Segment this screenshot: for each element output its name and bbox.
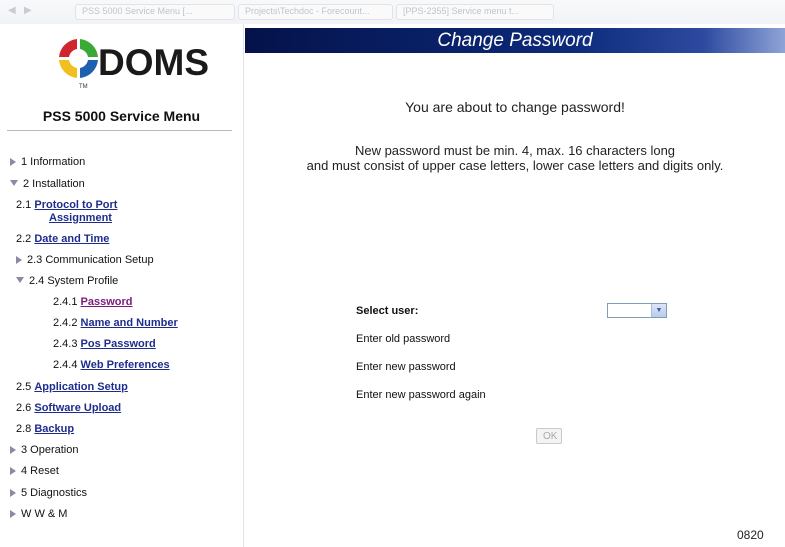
new-password-again-label: Enter new password again — [356, 389, 486, 401]
web-preferences-link[interactable]: Web Preferences — [81, 359, 170, 371]
browser-tab-3[interactable]: [PPS-2355] Service menu t... — [396, 4, 554, 20]
logo-text: DOMS — [98, 42, 209, 83]
nav-item-operation[interactable]: 3 Operation — [10, 443, 78, 457]
sidebar: DOMS TM PSS 5000 Service Menu 1 Informat… — [0, 24, 244, 547]
nav-item-reset[interactable]: 4 Reset — [10, 464, 59, 478]
ok-button[interactable]: OK — [536, 428, 562, 444]
browser-tab-2[interactable]: Projects\Techdoc - Forecount... — [238, 4, 393, 20]
browser-tab-1[interactable]: PSS 5000 Service Menu [... — [75, 4, 235, 20]
select-user-label: Select user: — [356, 305, 419, 317]
warning-headline: You are about to change password! — [405, 99, 625, 115]
nav-item-installation[interactable]: 2 Installation — [10, 177, 85, 191]
nav-item-diagnostics[interactable]: 5 Diagnostics — [10, 486, 87, 500]
nav-item-application-setup: 2.5 Application Setup — [16, 381, 128, 393]
expand-arrow-icon[interactable] — [10, 446, 16, 455]
software-upload-link[interactable]: Software Upload — [34, 402, 121, 414]
nav-item-protocol-continuation: Assignment — [49, 211, 112, 225]
expand-arrow-icon[interactable] — [10, 467, 16, 476]
nav-item-password: 2.4.1 Password — [53, 296, 133, 308]
name-and-number-link[interactable]: Name and Number — [81, 317, 178, 329]
backup-link[interactable]: Backup — [34, 423, 74, 435]
date-and-time-link[interactable]: Date and Time — [34, 233, 109, 245]
nav-item-software-upload: 2.6 Software Upload — [16, 402, 122, 414]
page-header-bar: Change Password — [245, 28, 785, 53]
sidebar-divider — [7, 130, 232, 131]
nav-item-communication-setup[interactable]: 2.3 Communication Setup — [16, 253, 154, 267]
page-title: Change Password — [437, 30, 593, 51]
back-icon[interactable]: ◀ — [8, 5, 16, 16]
nav-item-pos-password: 2.4.3 Pos Password — [53, 338, 156, 350]
nav-item-backup: 2.8 Backup — [16, 423, 75, 435]
browser-tab-strip: ◀ ▶ PSS 5000 Service Menu [... Projects\… — [0, 0, 785, 24]
service-menu-title: PSS 5000 Service Menu — [42, 108, 201, 124]
nav-item-information[interactable]: 1 Information — [10, 155, 85, 169]
expand-arrow-icon[interactable] — [10, 510, 16, 519]
old-password-label: Enter old password — [356, 333, 451, 345]
password-link[interactable]: Password — [81, 296, 133, 308]
expand-arrow-icon[interactable] — [16, 256, 22, 265]
expand-arrow-icon[interactable] — [10, 489, 16, 498]
dropdown-arrow-icon[interactable]: ▼ — [651, 304, 666, 317]
nav-item-protocol-to-port-assignment: 2.1 Protocol to Port — [16, 199, 118, 211]
password-rule-line-1: New password must be min. 4, max. 16 cha… — [354, 143, 676, 158]
select-user-value — [608, 309, 611, 320]
pos-password-link[interactable]: Pos Password — [81, 338, 156, 350]
select-user-dropdown[interactable]: ▼ — [607, 303, 667, 318]
protocol-to-port-link-continued[interactable]: Assignment — [49, 212, 112, 224]
protocol-to-port-link[interactable]: Protocol to Port — [34, 199, 117, 211]
logo-trademark: TM — [79, 84, 88, 90]
application-setup-link[interactable]: Application Setup — [34, 381, 128, 393]
nav-item-name-and-number: 2.4.2 Name and Number — [53, 317, 178, 329]
password-rule-line-2: and must consist of upper case letters, … — [306, 158, 724, 173]
nav-item-web-preferences: 2.4.4 Web Preferences — [53, 359, 170, 371]
expand-arrow-icon[interactable] — [10, 158, 16, 167]
footer-code: 0820 — [737, 528, 764, 542]
new-password-label: Enter new password — [356, 361, 456, 373]
nav-item-system-profile[interactable]: 2.4 System Profile — [16, 274, 118, 288]
forward-icon[interactable]: ▶ — [24, 5, 32, 16]
collapse-arrow-icon[interactable] — [16, 277, 24, 284]
collapse-arrow-icon[interactable] — [10, 180, 18, 187]
nav-item-wwm[interactable]: W W & M — [10, 507, 67, 521]
nav-item-date-and-time: 2.2 Date and Time — [16, 233, 110, 245]
